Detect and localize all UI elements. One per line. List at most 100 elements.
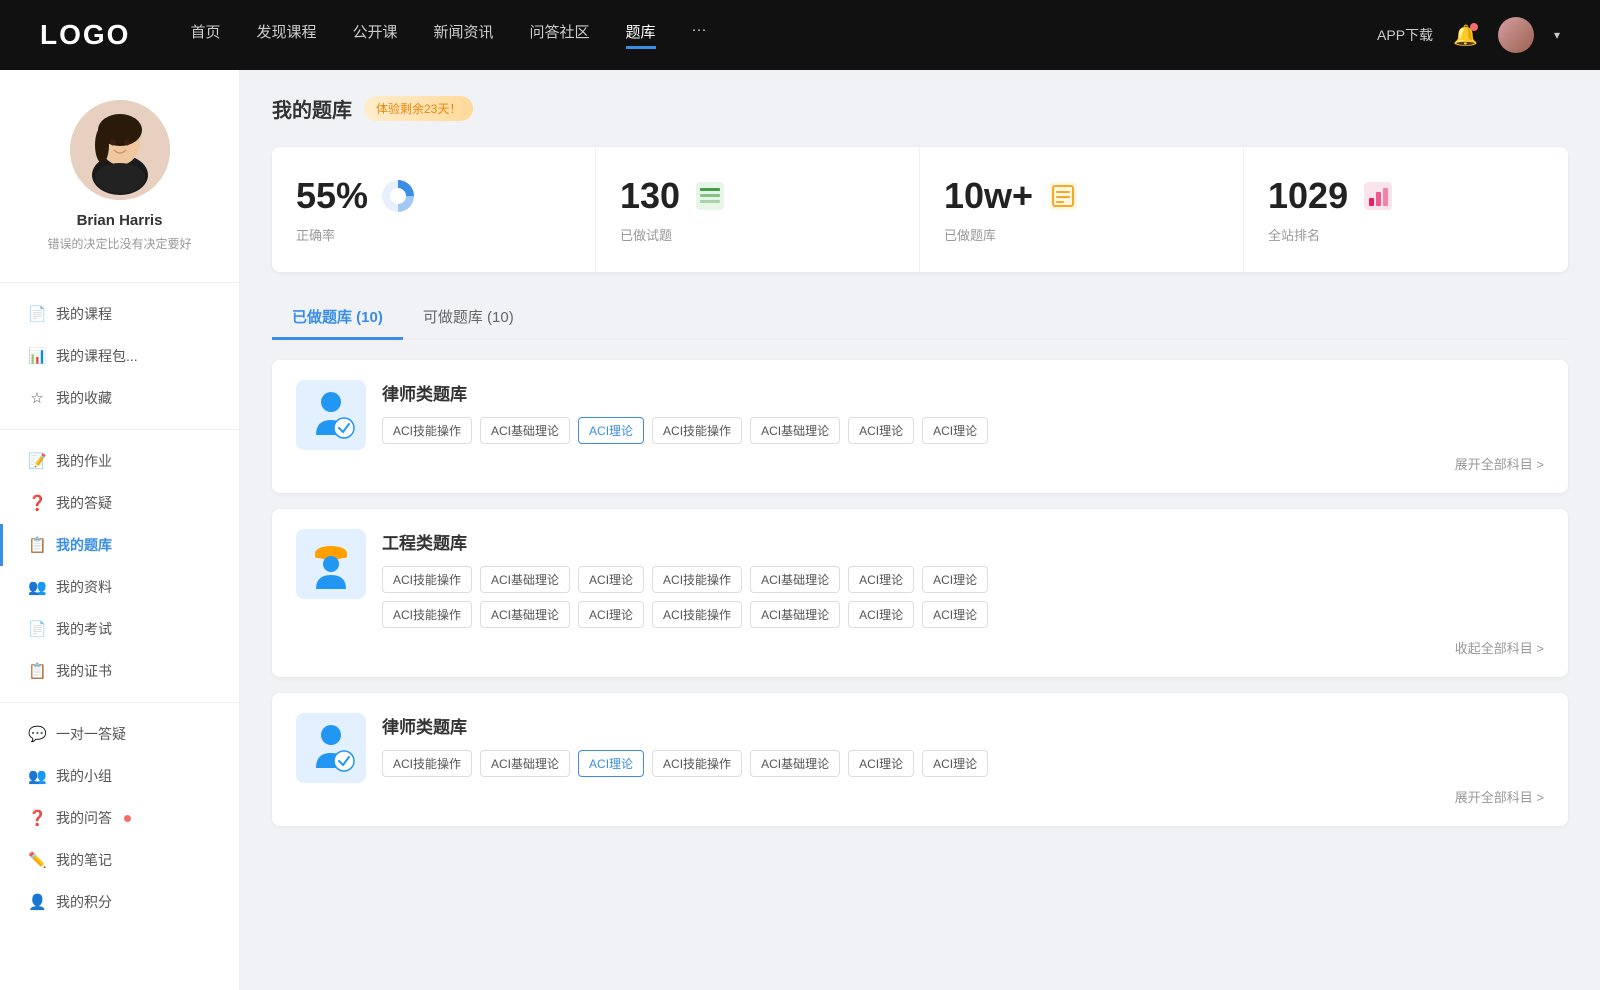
law2-tag2[interactable]: ACI基础理论 xyxy=(480,750,570,777)
my-questions-label: 我的问答 xyxy=(56,808,112,828)
sidebar-item-notes[interactable]: ✏️ 我的笔记 xyxy=(0,839,239,881)
nav-link-news[interactable]: 新闻资讯 xyxy=(434,21,494,49)
eng-tag4[interactable]: ACI技能操作 xyxy=(652,566,742,593)
sidebar-divider3 xyxy=(0,702,239,703)
profile-label: 我的资料 xyxy=(56,577,112,597)
stat-ranking-value: 1029 xyxy=(1268,175,1348,217)
page-title: 我的题库 xyxy=(272,94,352,123)
law2-tag5[interactable]: ACI基础理论 xyxy=(750,750,840,777)
notes-label: 我的笔记 xyxy=(56,850,112,870)
qbank-label: 我的题库 xyxy=(56,535,112,555)
tag-aci-skill2[interactable]: ACI技能操作 xyxy=(652,417,742,444)
stat-banks-top: 10w+ xyxy=(944,175,1219,217)
nav-link-home[interactable]: 首页 xyxy=(190,21,220,49)
tab-available[interactable]: 可做题库 (10) xyxy=(403,296,534,340)
tag-aci-active1[interactable]: ACI理论 xyxy=(578,417,644,444)
sidebar-item-profile[interactable]: 👥 我的资料 xyxy=(0,566,239,608)
page-header: 我的题库 体验剩余23天！ xyxy=(272,94,1568,123)
profile-avatar xyxy=(70,100,170,200)
law2-tag4[interactable]: ACI技能操作 xyxy=(652,750,742,777)
sidebar-username: Brian Harris xyxy=(20,212,219,229)
sidebar: Brian Harris 错误的决定比没有决定要好 📄 我的课程 📊 我的课程包… xyxy=(0,70,240,990)
nav-link-more[interactable]: ··· xyxy=(692,21,707,49)
sidebar-item-homework[interactable]: 📝 我的作业 xyxy=(0,440,239,482)
nav-link-qbank[interactable]: 题库 xyxy=(626,21,656,49)
nav-link-qa[interactable]: 问答社区 xyxy=(530,21,590,49)
eng-tag13[interactable]: ACI理论 xyxy=(848,601,914,628)
sidebar-profile: Brian Harris 错误的决定比没有决定要好 xyxy=(0,100,239,272)
tab-done[interactable]: 已做题库 (10) xyxy=(272,296,403,340)
stat-questions-done: 130 已做试题 xyxy=(596,147,920,272)
nav-caret-icon[interactable]: ▾ xyxy=(1554,28,1560,42)
eng-tag9[interactable]: ACI基础理论 xyxy=(480,601,570,628)
stat-ranking-top: 1029 xyxy=(1268,175,1544,217)
tabs-row: 已做题库 (10) 可做题库 (10) xyxy=(272,296,1568,340)
page-wrapper: Brian Harris 错误的决定比没有决定要好 📄 我的课程 📊 我的课程包… xyxy=(0,0,1600,990)
stat-ranking-label: 全站排名 xyxy=(1268,225,1544,244)
nav-link-open[interactable]: 公开课 xyxy=(352,21,397,49)
user-avatar[interactable] xyxy=(1498,17,1534,53)
law2-tag7[interactable]: ACI理论 xyxy=(922,750,988,777)
sidebar-item-favorites[interactable]: ☆ 我的收藏 xyxy=(0,377,239,419)
groups-icon: 👥 xyxy=(28,767,46,785)
courses-icon: 📄 xyxy=(28,305,46,323)
stat-questions-label: 已做试题 xyxy=(620,225,895,244)
points-icon: 👤 xyxy=(28,893,46,911)
sidebar-divider2 xyxy=(0,429,239,430)
qbank-lawyer2-tags: ACI技能操作 ACI基础理论 ACI理论 ACI技能操作 ACI基础理论 AC… xyxy=(382,750,1544,777)
eng-tag2[interactable]: ACI基础理论 xyxy=(480,566,570,593)
qbank-lawyer1-header: 律师类题库 ACI技能操作 ACI基础理论 ACI理论 ACI技能操作 ACI基… xyxy=(296,380,1544,473)
lawyer2-icon xyxy=(296,713,366,783)
tag-aci-theory2[interactable]: ACI基础理论 xyxy=(750,417,840,444)
nav-link-courses[interactable]: 发现课程 xyxy=(256,21,316,49)
stat-questions-value: 130 xyxy=(620,175,680,217)
law2-tag-active[interactable]: ACI理论 xyxy=(578,750,644,777)
qbank-engineer-collapse[interactable]: 收起全部科目 > xyxy=(382,638,1544,657)
sidebar-item-courses[interactable]: 📄 我的课程 xyxy=(0,293,239,335)
law2-tag6[interactable]: ACI理论 xyxy=(848,750,914,777)
qbank-lawyer1-tags: ACI技能操作 ACI基础理论 ACI理论 ACI技能操作 ACI基础理论 AC… xyxy=(382,417,1544,444)
groups-label: 我的小组 xyxy=(56,766,112,786)
qbank-icon: 📋 xyxy=(28,536,46,554)
tag-aci-theory4[interactable]: ACI理论 xyxy=(922,417,988,444)
eng-tag14[interactable]: ACI理论 xyxy=(922,601,988,628)
trial-badge: 体验剩余23天！ xyxy=(364,96,473,121)
sidebar-item-certificates[interactable]: 📋 我的证书 xyxy=(0,650,239,692)
favorites-icon: ☆ xyxy=(28,389,46,407)
sidebar-divider xyxy=(0,282,239,283)
qbank-lawyer2-expand[interactable]: 展开全部科目 > xyxy=(382,787,1544,806)
sidebar-item-groups[interactable]: 👥 我的小组 xyxy=(0,755,239,797)
qbank-lawyer1-expand[interactable]: 展开全部科目 > xyxy=(382,454,1544,473)
eng-tag5[interactable]: ACI基础理论 xyxy=(750,566,840,593)
one-on-one-icon: 💬 xyxy=(28,725,46,743)
tag-aci-skill1[interactable]: ACI技能操作 xyxy=(382,417,472,444)
eng-tag11[interactable]: ACI技能操作 xyxy=(652,601,742,628)
law2-tag1[interactable]: ACI技能操作 xyxy=(382,750,472,777)
qa-icon: ❓ xyxy=(28,494,46,512)
stat-banks-done: 10w+ 已做题库 xyxy=(920,147,1244,272)
eng-tag7[interactable]: ACI理论 xyxy=(922,566,988,593)
qbank-engineer-tags-row2: ACI技能操作 ACI基础理论 ACI理论 ACI技能操作 ACI基础理论 AC… xyxy=(382,601,1544,628)
eng-tag10[interactable]: ACI理论 xyxy=(578,601,644,628)
navbar: LOGO 首页 发现课程 公开课 新闻资讯 问答社区 题库 ··· APP下载 … xyxy=(0,0,1600,70)
qbank-engineer-title: 工程类题库 xyxy=(382,529,1544,554)
sidebar-item-points[interactable]: 👤 我的积分 xyxy=(0,881,239,923)
eng-tag3[interactable]: ACI理论 xyxy=(578,566,644,593)
app-download-button[interactable]: APP下载 xyxy=(1377,25,1433,45)
notification-bell[interactable]: 🔔 xyxy=(1453,23,1478,48)
tag-aci-theory1[interactable]: ACI基础理论 xyxy=(480,417,570,444)
stat-accuracy-value: 55% xyxy=(296,175,368,217)
sidebar-item-qbank[interactable]: 📋 我的题库 xyxy=(0,524,239,566)
qbank-engineer-info: 工程类题库 ACI技能操作 ACI基础理论 ACI理论 ACI技能操作 ACI基… xyxy=(382,529,1544,657)
sidebar-item-one-on-one[interactable]: 💬 一对一答疑 xyxy=(0,713,239,755)
eng-tag12[interactable]: ACI基础理论 xyxy=(750,601,840,628)
sidebar-item-course-packages[interactable]: 📊 我的课程包... xyxy=(0,335,239,377)
sidebar-item-my-questions[interactable]: ❓ 我的问答 xyxy=(0,797,239,839)
eng-tag1[interactable]: ACI技能操作 xyxy=(382,566,472,593)
tag-aci-theory3[interactable]: ACI理论 xyxy=(848,417,914,444)
eng-tag6[interactable]: ACI理论 xyxy=(848,566,914,593)
eng-tag8[interactable]: ACI技能操作 xyxy=(382,601,472,628)
sidebar-item-qa[interactable]: ❓ 我的答疑 xyxy=(0,482,239,524)
sidebar-item-exams[interactable]: 📄 我的考试 xyxy=(0,608,239,650)
stat-ranking: 1029 全站排名 xyxy=(1244,147,1568,272)
